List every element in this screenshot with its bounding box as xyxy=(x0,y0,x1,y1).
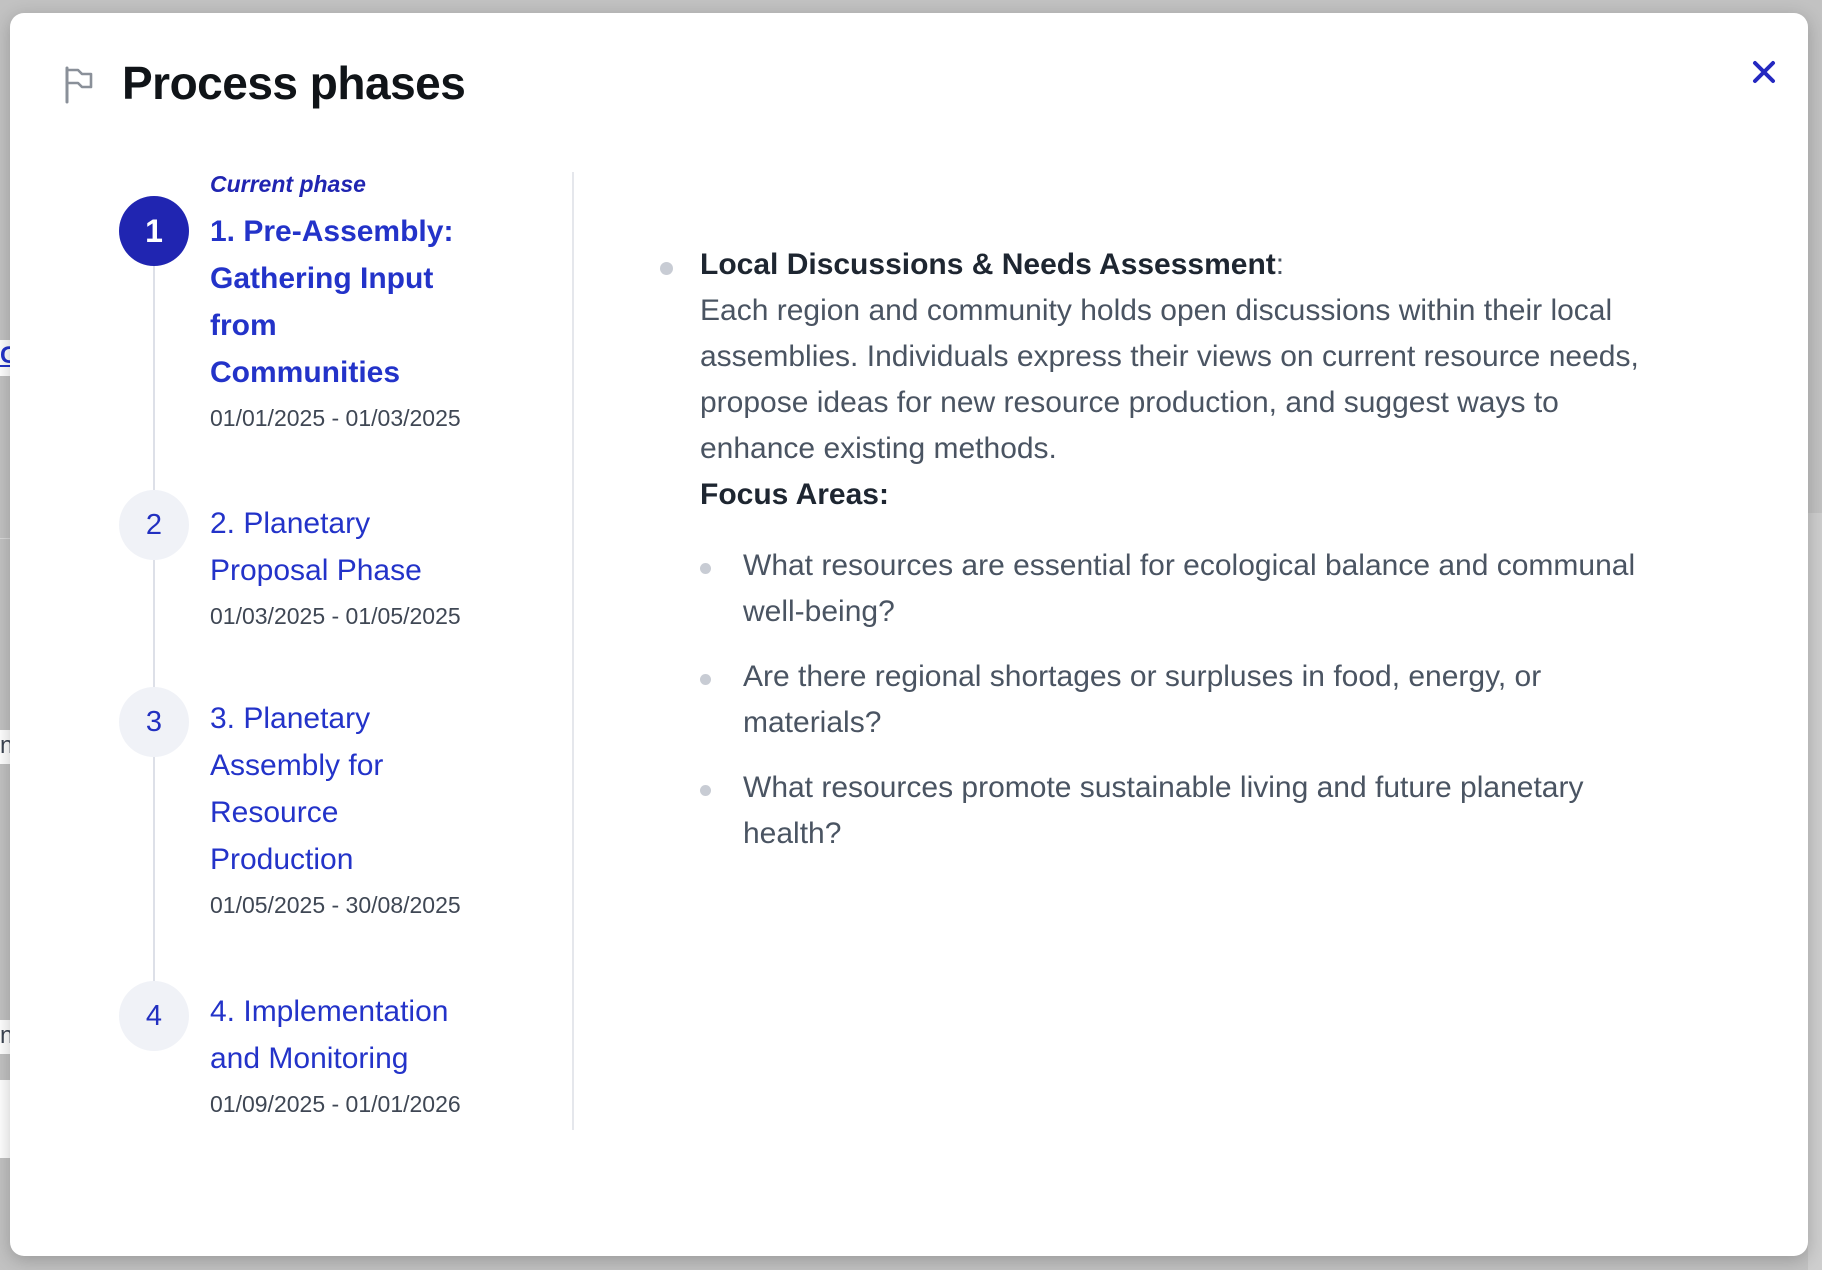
phase-title-line: 2. Planetary xyxy=(210,500,510,547)
timeline-connector-line xyxy=(153,231,155,1016)
phase-title-line: Gathering Input xyxy=(210,255,510,302)
backdrop-left-strip: G n n xyxy=(0,0,10,1270)
focus-item-line: health? xyxy=(743,811,1790,857)
focus-item-line: What resources promote sustainable livin… xyxy=(743,765,1790,811)
phase-title-line: 3. Planetary xyxy=(210,695,510,742)
modal-title: Process phases xyxy=(122,57,465,109)
phase-title-line: Production xyxy=(210,836,510,883)
focus-item-line: Are there regional shortages or surpluse… xyxy=(743,654,1790,700)
phase-title-line: Assembly for xyxy=(210,742,510,789)
focus-list-item: Are there regional shortages or surpluse… xyxy=(660,654,1790,746)
flag-icon xyxy=(62,64,96,104)
focus-list-item: What resources are essential for ecologi… xyxy=(660,543,1790,635)
phase-4-title-link[interactable]: 4. Implementation and Monitoring xyxy=(210,988,510,1082)
phase-title-line: and Monitoring xyxy=(210,1035,510,1082)
phase-4-step-circle[interactable]: 4 xyxy=(119,981,189,1051)
phase-2-dates: 01/03/2025 - 01/05/2025 xyxy=(210,601,510,631)
phase-title-line: Communities xyxy=(210,349,510,396)
bullet-icon xyxy=(700,785,711,796)
phase-title-line: 4. Implementation xyxy=(210,988,510,1035)
close-icon[interactable] xyxy=(1744,52,1784,92)
column-divider xyxy=(572,172,574,1130)
phase-2-step-circle[interactable]: 2 xyxy=(119,490,189,560)
phase-3-dates: 01/05/2025 - 30/08/2025 xyxy=(210,890,510,920)
backdrop-white-patch xyxy=(0,1080,10,1158)
phase-details-panel: Local Discussions & Needs Assessment: Ea… xyxy=(660,242,1790,876)
phase-3-title-link[interactable]: 3. Planetary Assembly for Resource Produ… xyxy=(210,695,510,883)
focus-areas-list: What resources are essential for ecologi… xyxy=(660,543,1790,857)
backdrop-right-strip xyxy=(1808,513,1822,1270)
focus-item-line: materials? xyxy=(743,700,1790,746)
details-heading: Local Discussions & Needs Assessment xyxy=(700,248,1276,281)
backdrop-clipped-text: n xyxy=(0,1023,10,1049)
details-body-line: propose ideas for new resource productio… xyxy=(660,380,1790,426)
phase-title-line: Proposal Phase xyxy=(210,547,510,594)
details-body-line: assemblies. Individuals express their vi… xyxy=(660,334,1790,380)
details-heading-colon: : xyxy=(1276,248,1284,281)
current-phase-badge: Current phase xyxy=(210,170,510,198)
details-heading-line: Local Discussions & Needs Assessment: xyxy=(660,242,1790,288)
focus-item-line: What resources are essential for ecologi… xyxy=(743,543,1790,589)
phase-1-step-circle[interactable]: 1 xyxy=(119,196,189,266)
phase-2-item: 2. Planetary Proposal Phase 01/03/2025 -… xyxy=(210,500,510,631)
details-body-line: enhance existing methods. xyxy=(660,426,1790,472)
bullet-icon xyxy=(660,262,673,275)
phase-4-dates: 01/09/2025 - 01/01/2026 xyxy=(210,1089,510,1119)
bullet-icon xyxy=(700,563,711,574)
backdrop-clipped-link: G xyxy=(0,343,10,369)
focus-areas-label: Focus Areas: xyxy=(660,472,1790,518)
phase-3-step-circle[interactable]: 3 xyxy=(119,687,189,757)
process-phases-modal: Process phases 1 2 3 4 Current phase 1. … xyxy=(10,13,1808,1256)
phase-title-line: 1. Pre-Assembly: xyxy=(210,208,510,255)
phase-1-title-link[interactable]: 1. Pre-Assembly: Gathering Input from Co… xyxy=(210,208,510,396)
phase-1-dates: 01/01/2025 - 01/03/2025 xyxy=(210,403,510,433)
backdrop-divider-line xyxy=(0,538,10,539)
details-body-line: Each region and community holds open dis… xyxy=(660,288,1790,334)
phase-2-title-link[interactable]: 2. Planetary Proposal Phase xyxy=(210,500,510,594)
backdrop-clipped-text: n xyxy=(0,733,10,759)
phase-title-line: from xyxy=(210,302,510,349)
phase-4-item: 4. Implementation and Monitoring 01/09/2… xyxy=(210,988,510,1119)
focus-item-line: well-being? xyxy=(743,589,1790,635)
focus-list-item: What resources promote sustainable livin… xyxy=(660,765,1790,857)
phase-3-item: 3. Planetary Assembly for Resource Produ… xyxy=(210,695,510,920)
bullet-icon xyxy=(700,674,711,685)
phase-1-item: Current phase 1. Pre-Assembly: Gathering… xyxy=(210,170,510,433)
phase-title-line: Resource xyxy=(210,789,510,836)
